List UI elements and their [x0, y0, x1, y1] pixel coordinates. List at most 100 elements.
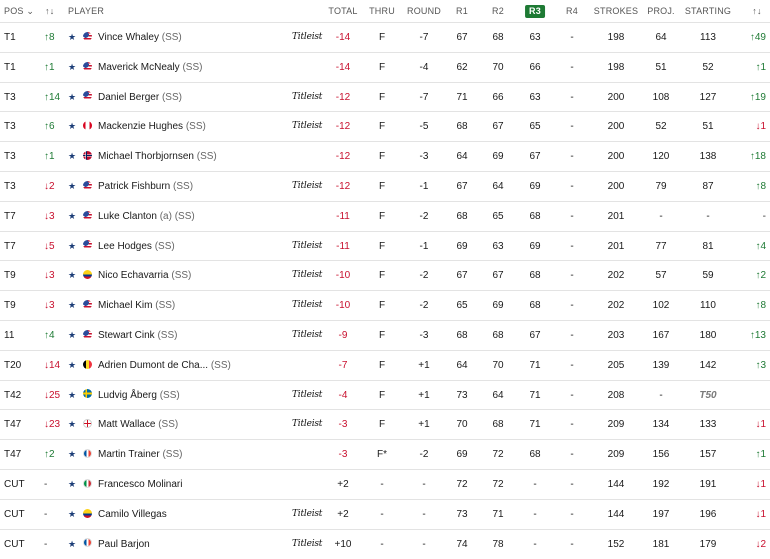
player-name-cell[interactable]: Michael Thorbjornsen (SS) — [98, 142, 217, 172]
flag-swatch — [83, 478, 92, 488]
player-name-cell[interactable]: Adrien Dumont de Cha... (SS) — [98, 351, 231, 381]
strokes: 208 — [607, 389, 625, 401]
r1-column-header[interactable]: R1 — [456, 0, 468, 22]
player-name-cell[interactable]: Martin Trainer (SS) — [98, 440, 182, 470]
table-row[interactable]: T3 ↑6 ★ Mackenzie Hughes (SS) Titleist -… — [0, 111, 770, 142]
pos-move-header[interactable]: ↑↓ — [45, 0, 54, 22]
favorite-star-icon[interactable]: ★ — [68, 23, 76, 53]
r4-column-header[interactable]: R4 — [566, 0, 578, 22]
player-name-cell[interactable]: Maverick McNealy (SS) — [98, 53, 202, 83]
favorite-star-icon[interactable]: ★ — [68, 142, 76, 172]
favorite-star-icon[interactable]: ★ — [68, 232, 76, 262]
player-name[interactable]: Maverick McNealy — [98, 62, 180, 73]
favorite-star-icon[interactable]: ★ — [68, 351, 76, 381]
table-row[interactable]: CUT - ★ Francesco Molinari +2 - - 72 72 … — [0, 469, 770, 500]
player-name[interactable]: Mackenzie Hughes — [98, 121, 183, 132]
flag-swe-icon — [83, 381, 92, 411]
table-row[interactable]: T20 ↓14 ★ Adrien Dumont de Cha... (SS) -… — [0, 349, 770, 381]
total-column-header[interactable]: TOTAL — [328, 0, 357, 22]
favorite-star-icon[interactable]: ★ — [68, 440, 76, 470]
player-name[interactable]: Francesco Molinari — [98, 479, 182, 490]
round-score: -7 — [419, 91, 429, 103]
player-name-cell[interactable]: Lee Hodges (SS) — [98, 232, 175, 262]
starting-movement: ↑13 — [749, 330, 766, 341]
favorite-star-icon[interactable]: ★ — [68, 261, 76, 291]
player-name-cell[interactable]: Matt Wallace (SS) — [98, 410, 178, 440]
position: T47 — [4, 419, 22, 431]
table-row[interactable]: T3 ↑1 ★ Michael Thorbjornsen (SS) -12 F … — [0, 141, 770, 172]
thru: F — [378, 121, 386, 133]
table-row[interactable]: T1 ↑8 ★ Vince Whaley (SS) Titleist -14 F… — [0, 22, 770, 53]
player-name[interactable]: Michael Kim — [98, 300, 152, 311]
favorite-star-icon[interactable]: ★ — [68, 530, 76, 559]
table-row[interactable]: T47 ↓23 ★ Matt Wallace (SS) Titleist -3 … — [0, 409, 770, 440]
proj-column-header[interactable]: PROJ. — [647, 0, 675, 22]
player-name[interactable]: Patrick Fishburn — [98, 181, 170, 192]
starting-move-header[interactable]: ↑↓ — [752, 0, 761, 22]
strokes: 200 — [607, 121, 625, 133]
player-name-cell[interactable]: Daniel Berger (SS) — [98, 83, 182, 113]
r3-column-header[interactable]: R3 — [525, 0, 545, 22]
starting-rank: 51 — [702, 121, 714, 133]
table-row[interactable]: T7 ↓3 ★ Luke Clanton (a) (SS) -11 F -2 6… — [0, 200, 770, 232]
player-name[interactable]: Matt Wallace — [98, 419, 155, 430]
player-name-cell[interactable]: Camilo Villegas — [98, 500, 167, 530]
favorite-star-icon[interactable]: ★ — [68, 381, 76, 411]
favorite-star-icon[interactable]: ★ — [68, 410, 76, 440]
favorite-star-icon[interactable]: ★ — [68, 202, 76, 232]
favorite-star-icon[interactable]: ★ — [68, 291, 76, 321]
favorite-star-icon[interactable]: ★ — [68, 172, 76, 202]
player-name-cell[interactable]: Paul Barjon — [98, 530, 150, 559]
player-name[interactable]: Michael Thorbjornsen — [98, 151, 194, 162]
player-name[interactable]: Luke Clanton — [98, 211, 157, 222]
player-name[interactable]: Stewart Cink — [98, 330, 155, 341]
favorite-star-icon[interactable]: ★ — [68, 321, 76, 351]
player-name[interactable]: Vince Whaley — [98, 32, 159, 43]
table-row[interactable]: T47 ↑2 ★ Martin Trainer (SS) -3 F* -2 69… — [0, 439, 770, 470]
starting-column-header[interactable]: STARTING — [685, 0, 731, 22]
favorite-star-icon[interactable]: ★ — [68, 470, 76, 500]
table-row[interactable]: T1 ↑1 ★ Maverick McNealy (SS) -14 F -4 6… — [0, 51, 770, 83]
player-column-header[interactable]: PLAYER — [68, 0, 104, 22]
sponsor-logo: Titleist — [292, 91, 323, 102]
player-name-cell[interactable]: Nico Echavarria (SS) — [98, 261, 191, 291]
player-name-cell[interactable]: Stewart Cink (SS) — [98, 321, 177, 351]
player-name-cell[interactable]: Francesco Molinari — [98, 470, 182, 500]
thru-column-header[interactable]: THRU — [369, 0, 395, 22]
player-name-cell[interactable]: Mackenzie Hughes (SS) — [98, 112, 206, 142]
player-name[interactable]: Ludvig Åberg — [98, 390, 157, 401]
player-name[interactable]: Paul Barjon — [98, 539, 150, 550]
table-row[interactable]: T3 ↑14 ★ Daniel Berger (SS) Titleist -12… — [0, 81, 770, 113]
player-name-cell[interactable]: Vince Whaley (SS) — [98, 23, 182, 53]
strokes: 209 — [607, 449, 625, 461]
r2-column-header[interactable]: R2 — [492, 0, 504, 22]
player-name-cell[interactable]: Luke Clanton (a) (SS) — [98, 202, 195, 232]
table-row[interactable]: 11 ↑4 ★ Stewart Cink (SS) Titleist -9 F … — [0, 320, 770, 351]
table-row[interactable]: T3 ↓2 ★ Patrick Fishburn (SS) Titleist -… — [0, 171, 770, 202]
table-row[interactable]: CUT - ★ Camilo Villegas Titleist +2 - - … — [0, 498, 770, 530]
round-column-header[interactable]: ROUND — [407, 0, 441, 22]
pos-column-header[interactable]: POS ⌄ — [4, 0, 34, 22]
table-row[interactable]: CUT - ★ Paul Barjon Titleist +10 - - 74 … — [0, 528, 770, 559]
position: T47 — [4, 449, 22, 461]
player-name[interactable]: Daniel Berger — [98, 92, 159, 103]
chevron-down-icon[interactable]: ⌄ — [26, 6, 34, 16]
player-name[interactable]: Camilo Villegas — [98, 509, 167, 520]
favorite-star-icon[interactable]: ★ — [68, 500, 76, 530]
player-name[interactable]: Martin Trainer — [98, 449, 160, 460]
favorite-star-icon[interactable]: ★ — [68, 83, 76, 113]
favorite-star-icon[interactable]: ★ — [68, 53, 76, 83]
player-name-cell[interactable]: Michael Kim (SS) — [98, 291, 175, 321]
flag-swatch — [83, 240, 92, 250]
player-name[interactable]: Adrien Dumont de Cha... — [98, 360, 208, 371]
favorite-star-icon[interactable]: ★ — [68, 112, 76, 142]
player-name[interactable]: Nico Echavarria — [98, 270, 169, 281]
table-row[interactable]: T9 ↓3 ★ Nico Echavarria (SS) Titleist -1… — [0, 260, 770, 291]
table-row[interactable]: T42 ↓25 ★ Ludvig Åberg (SS) Titleist -4 … — [0, 379, 770, 411]
player-name-cell[interactable]: Patrick Fishburn (SS) — [98, 172, 193, 202]
table-row[interactable]: T7 ↓5 ★ Lee Hodges (SS) Titleist -11 F -… — [0, 230, 770, 262]
strokes-column-header[interactable]: STROKES — [594, 0, 638, 22]
player-name-cell[interactable]: Ludvig Åberg (SS) — [98, 381, 180, 411]
player-name[interactable]: Lee Hodges — [98, 241, 152, 252]
table-row[interactable]: T9 ↓3 ★ Michael Kim (SS) Titleist -10 F … — [0, 290, 770, 321]
